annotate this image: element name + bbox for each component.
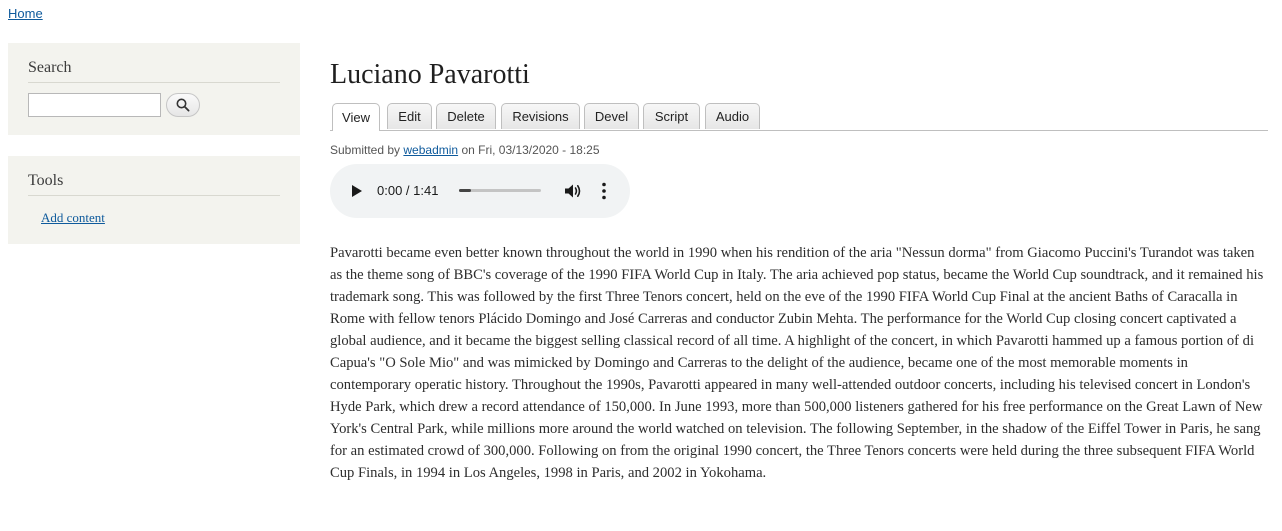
search-button[interactable] [166, 93, 200, 117]
search-icon [176, 98, 190, 112]
tab-audio[interactable]: Audio [705, 103, 760, 129]
search-form [28, 93, 280, 117]
tab-edit[interactable]: Edit [387, 103, 432, 129]
tools-block-title: Tools [28, 156, 280, 196]
submitted-prefix: Submitted by [330, 143, 401, 157]
volume-icon[interactable] [564, 183, 582, 199]
audio-time: 0:00 / 1:41 [377, 183, 439, 198]
breadcrumb-home-link[interactable]: Home [8, 6, 43, 21]
add-content-link[interactable]: Add content [41, 210, 280, 226]
submitted-date: on Fri, 03/13/2020 - 18:25 [461, 143, 600, 157]
page-title: Luciano Pavarotti [330, 59, 530, 90]
tab-view[interactable]: View [332, 103, 380, 131]
more-options-icon[interactable] [602, 182, 606, 200]
search-block-title: Search [28, 43, 280, 83]
tabs-bar: View Edit Delete Revisions Devel Script … [330, 103, 1268, 131]
tab-script[interactable]: Script [643, 103, 700, 129]
search-input[interactable] [28, 93, 161, 117]
tab-delete[interactable]: Delete [436, 103, 496, 129]
body-text: Pavarotti became even better known throu… [330, 245, 1264, 481]
breadcrumb: Home [8, 6, 43, 21]
audio-progress-slider[interactable] [459, 189, 541, 192]
play-icon[interactable] [352, 185, 362, 197]
submitted-info: Submitted by webadmin on Fri, 03/13/2020… [330, 143, 600, 157]
audio-player: 0:00 / 1:41 [330, 164, 630, 218]
author-link[interactable]: webadmin [403, 143, 458, 157]
tab-revisions[interactable]: Revisions [501, 103, 580, 129]
tools-block: Tools Add content [8, 156, 300, 244]
search-block: Search [8, 43, 300, 135]
tab-devel[interactable]: Devel [584, 103, 639, 129]
audio-progress-fill [459, 189, 472, 192]
